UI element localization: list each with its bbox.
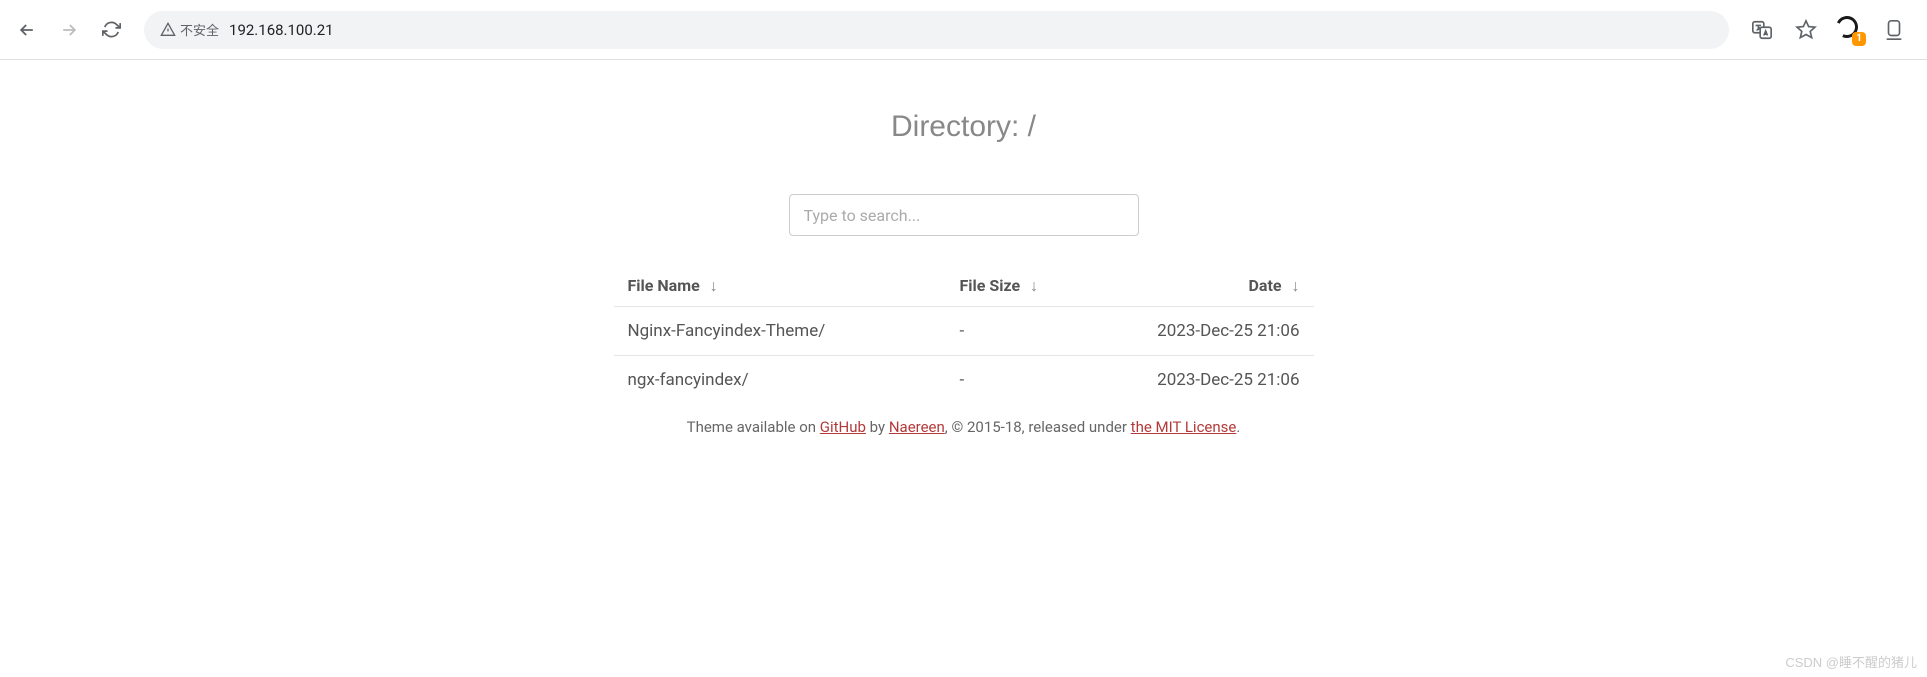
sort-arrow-icon: ↓ [710,276,718,295]
license-link[interactable]: the MIT License [1131,418,1237,436]
file-size: - [960,370,1110,390]
toolbar-right: 1 [1745,13,1917,47]
warning-icon [160,22,176,38]
translate-icon[interactable] [1745,13,1779,47]
github-link[interactable]: GitHub [820,418,866,436]
header-name[interactable]: File Name ↓ [628,276,960,296]
profile-icon[interactable] [1877,13,1911,47]
bookmark-star-icon[interactable] [1789,13,1823,47]
browser-toolbar: 不安全 192.168.100.21 1 [0,0,1927,60]
page-title: Directory: / [891,110,1036,144]
sort-arrow-icon: ↓ [1030,276,1038,295]
url-text: 192.168.100.21 [229,21,334,39]
back-button[interactable] [10,13,44,47]
header-date[interactable]: Date ↓ [1110,276,1300,296]
file-date: 2023-Dec-25 21:06 [1110,321,1300,341]
address-bar[interactable]: 不安全 192.168.100.21 [144,11,1729,49]
file-size: - [960,321,1110,341]
security-badge: 不安全 [160,20,219,39]
header-size[interactable]: File Size ↓ [960,276,1110,296]
table-row[interactable]: Nginx-Fancyindex-Theme/ - 2023-Dec-25 21… [614,306,1314,355]
table-row[interactable]: ngx-fancyindex/ - 2023-Dec-25 21:06 [614,355,1314,404]
search-input[interactable] [789,194,1139,236]
sort-arrow-icon: ↓ [1292,276,1300,295]
security-label: 不安全 [180,20,219,39]
author-link[interactable]: Naereen [889,418,945,436]
file-name: ngx-fancyindex/ [628,370,960,390]
reload-button[interactable] [94,13,128,47]
watermark: CSDN @睡不醒的猪儿 [1785,652,1917,671]
page-content: Directory: / File Name ↓ File Size ↓ Dat… [0,60,1927,436]
extension-icon[interactable]: 1 [1833,13,1867,47]
file-name: Nginx-Fancyindex-Theme/ [628,321,960,341]
footer: Theme available on GitHub by Naereen, © … [687,418,1241,436]
file-date: 2023-Dec-25 21:06 [1110,370,1300,390]
extension-badge-count: 1 [1852,32,1866,46]
listing-header: File Name ↓ File Size ↓ Date ↓ [614,266,1314,306]
forward-button[interactable] [52,13,86,47]
file-listing: File Name ↓ File Size ↓ Date ↓ Nginx-Fan… [614,266,1314,404]
